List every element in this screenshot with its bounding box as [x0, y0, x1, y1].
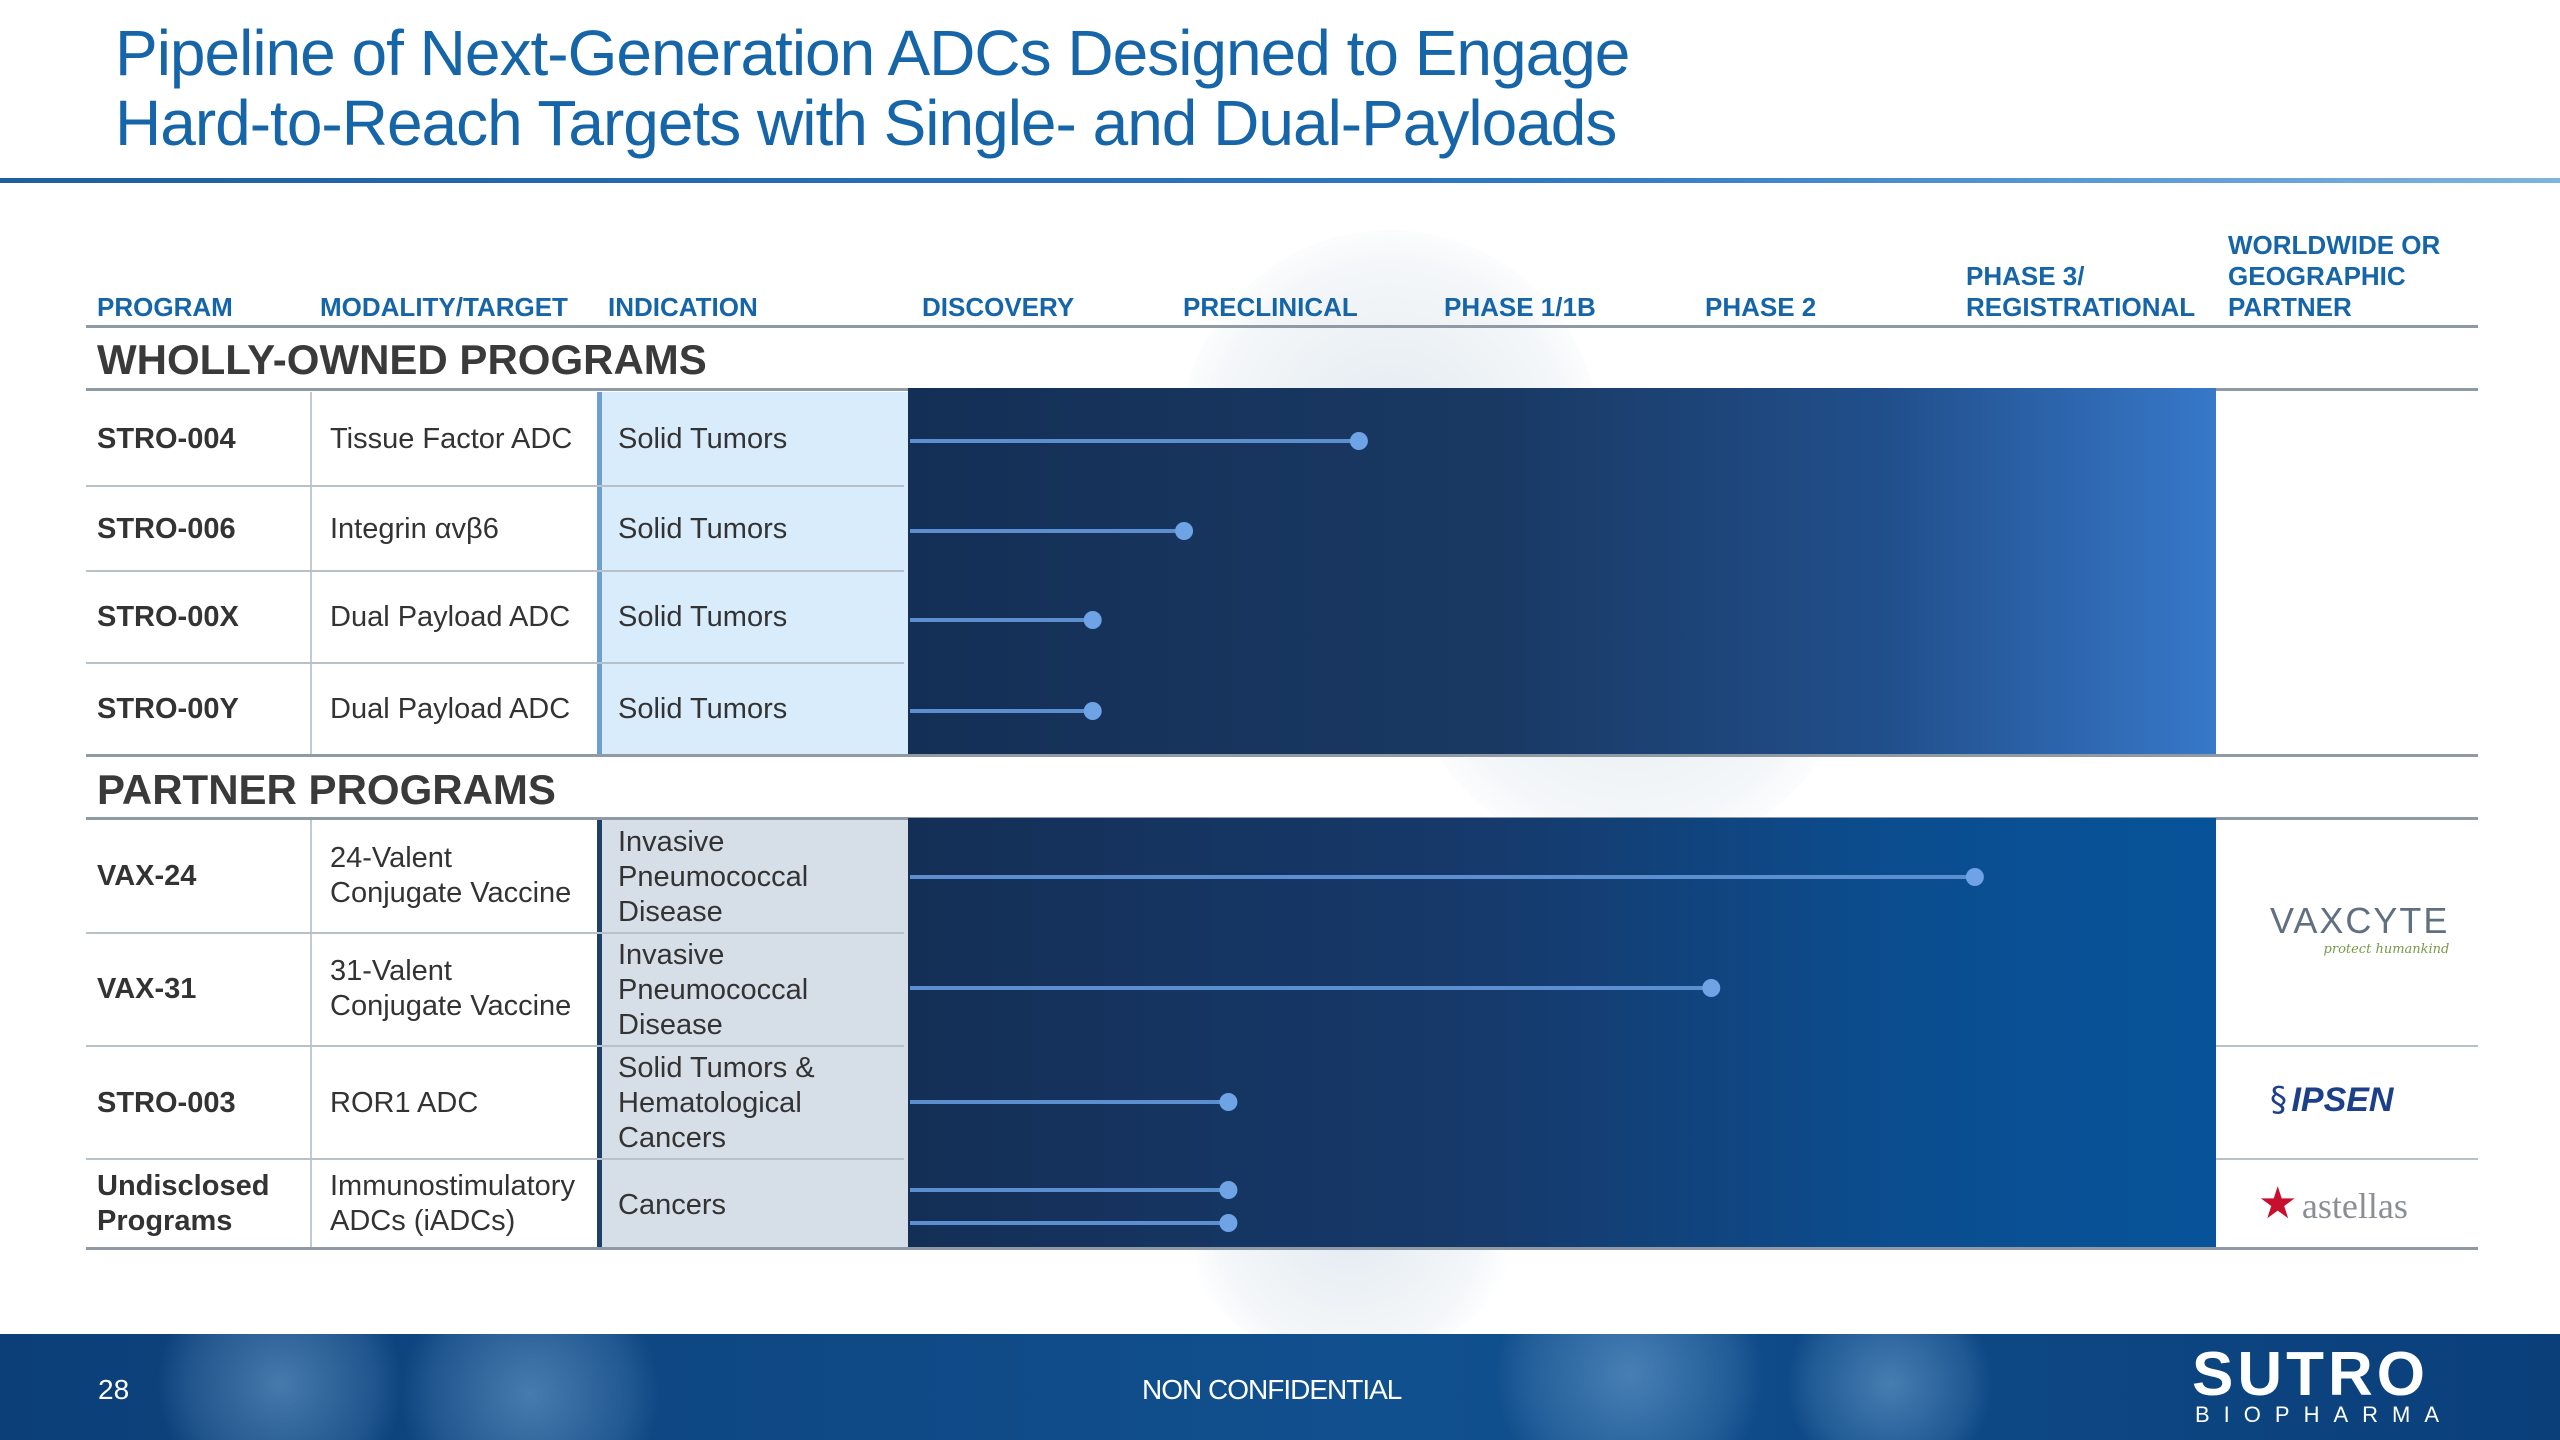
ipsen-logo: § IPSEN [2270, 1080, 2394, 1120]
footer-molecule [1480, 1334, 1780, 1440]
progress-marker [1083, 611, 1102, 629]
progress-marker [1702, 979, 1721, 997]
vaxcyte-wordmark: VAXCYTE [2270, 900, 2450, 941]
ipsen-symbol-icon: § [2270, 1080, 2287, 1120]
sutro-logo: SUTRO [2192, 1340, 2429, 1409]
vaxcyte-tagline: protect humankind [2323, 942, 2450, 957]
astellas-star-icon: ★ [2258, 1178, 2298, 1229]
vaxcyte-logo: VAXCYTE protect humankind [2270, 900, 2449, 957]
footer-molecule [150, 1334, 410, 1440]
pipeline-progress-chart [910, 432, 1984, 1232]
page-number: 28 [98, 1374, 130, 1405]
progress-marker [1083, 702, 1102, 720]
progress-marker [1219, 1181, 1238, 1199]
progress-marker [1175, 522, 1194, 540]
progress-marker [1219, 1214, 1238, 1232]
confidentiality-label: NON CONFIDENTIAL [1142, 1374, 1402, 1405]
footer-molecule [380, 1334, 680, 1440]
footer-molecule [1780, 1334, 2000, 1440]
progress-marker [1219, 1093, 1238, 1111]
sutro-logo-subtitle: BIOPHARMA [2195, 1402, 2454, 1427]
ipsen-wordmark: IPSEN [2291, 1081, 2394, 1119]
progress-marker [1965, 868, 1984, 886]
astellas-logo: ★ astellas [2258, 1178, 2408, 1229]
astellas-wordmark: astellas [2301, 1186, 2408, 1226]
progress-marker [1349, 432, 1368, 450]
slide: Pipeline of Next-Generation ADCs Designe… [0, 0, 2560, 1440]
